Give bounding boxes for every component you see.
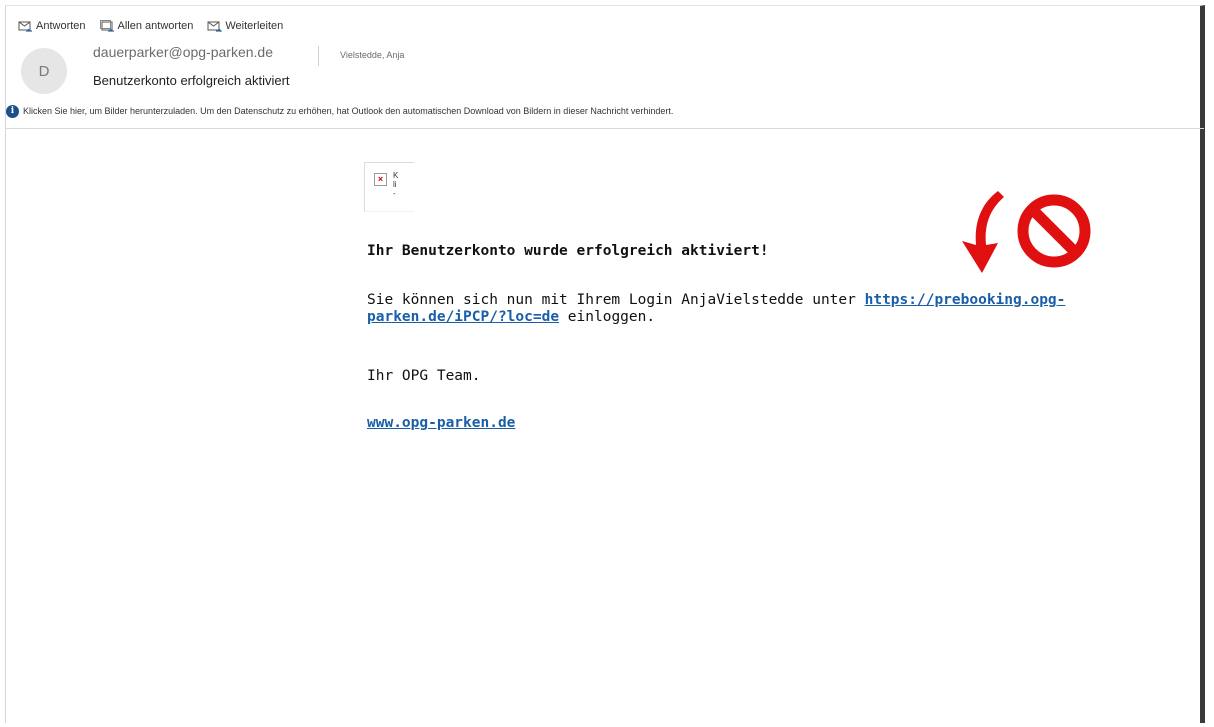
- prohibited-icon: [1017, 194, 1091, 268]
- broken-image-icon: ×: [374, 173, 387, 186]
- header-separator: [318, 46, 319, 66]
- info-icon: i: [6, 104, 19, 118]
- reply-all-label: Allen antworten: [117, 19, 194, 32]
- infobar-text[interactable]: Klicken Sie hier, um Bilder herunterzula…: [23, 106, 673, 116]
- forward-label: Weiterleiten: [225, 19, 284, 32]
- download-images-infobar[interactable]: i Klicken Sie hier, um Bilder herunterzu…: [6, 100, 1206, 122]
- message-toolbar: Antworten Allen antworten Weiterleiten: [18, 19, 283, 32]
- red-arrow-icon: [962, 191, 1004, 273]
- reply-icon: [18, 21, 32, 32]
- website-link[interactable]: www.opg-parken.de: [367, 415, 515, 431]
- header-divider: [6, 128, 1204, 129]
- reply-all-button[interactable]: Allen antworten: [99, 19, 194, 32]
- broken-image-alt: K li -: [393, 171, 399, 198]
- signature: Ihr OPG Team.: [367, 368, 481, 384]
- broken-image-placeholder[interactable]: × K li -: [364, 162, 414, 212]
- recipient-name[interactable]: Vielstedde, Anja: [340, 50, 404, 60]
- email-subject: Benutzerkonto erfolgreich aktiviert: [93, 73, 290, 88]
- paragraph-suffix: einloggen.: [559, 309, 656, 325]
- sender-address[interactable]: dauerparker@opg-parken.de: [93, 44, 273, 60]
- reply-all-icon: [99, 20, 114, 32]
- message-heading: Ihr Benutzerkonto wurde erfolgreich akti…: [367, 243, 769, 259]
- reply-label: Antworten: [36, 19, 86, 32]
- message-paragraph: Sie können sich nun mit Ihrem Login Anja…: [367, 292, 1127, 326]
- reply-button[interactable]: Antworten: [18, 19, 86, 32]
- avatar[interactable]: D: [21, 48, 67, 94]
- forward-icon: [207, 21, 223, 32]
- paragraph-prefix: Sie können sich nun mit Ihrem Login Anja…: [367, 292, 865, 308]
- forward-button[interactable]: Weiterleiten: [207, 19, 283, 32]
